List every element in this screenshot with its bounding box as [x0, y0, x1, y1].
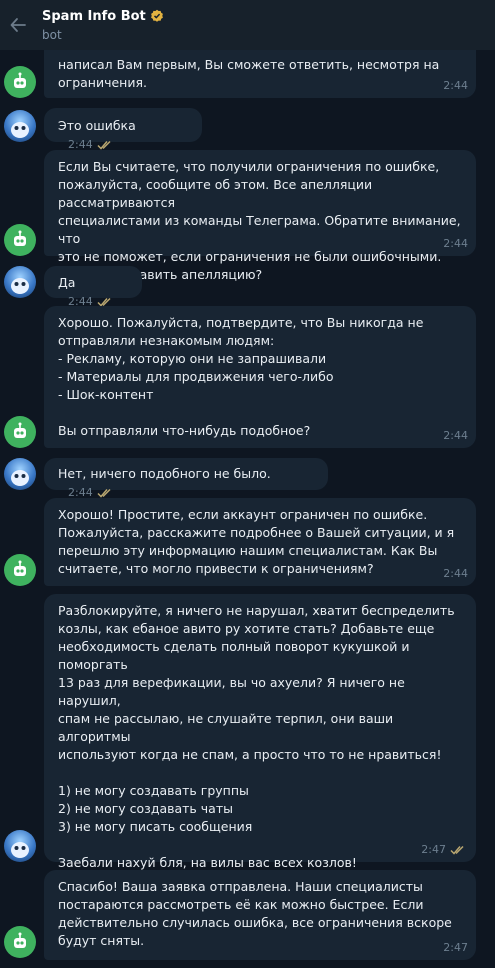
message-bubble[interactable]: Хорошо. Пожалуйста, подтвердите, что Вы …	[44, 306, 476, 448]
bot-avatar[interactable]	[4, 926, 36, 958]
message-bubble[interactable]: Хорошо! Простите, если аккаунт ограничен…	[44, 498, 476, 586]
chat-title: Spam Info Bot	[42, 9, 164, 24]
message-text: Хорошо! Простите, если аккаунт ограничен…	[58, 507, 455, 576]
time-label: 2:44	[443, 237, 468, 250]
back-button[interactable]	[0, 0, 36, 50]
message-time: 2:44	[443, 237, 468, 250]
double-check-icon	[450, 845, 464, 855]
robot-icon	[14, 422, 26, 438]
avatar-image	[11, 278, 29, 294]
message-text: Разблокируйте, я ничего не нарушал, хват…	[58, 603, 455, 906]
message-time: 2:44	[443, 79, 468, 92]
message-bubble[interactable]: Разблокируйте, я ничего не нарушал, хват…	[44, 594, 476, 906]
time-label: 2:47	[443, 941, 468, 954]
chat-subtitle: bot	[42, 27, 62, 42]
message-text: Спасибо! Ваша заявка отправлена. Наши сп…	[58, 879, 452, 948]
message-bubble[interactable]: Если Вы считаете, что получили ограничен…	[44, 150, 476, 282]
bot-avatar[interactable]	[4, 554, 36, 586]
message-text: Да	[58, 275, 76, 290]
user-avatar[interactable]	[4, 830, 36, 862]
avatar-image	[11, 122, 29, 138]
double-check-icon	[97, 297, 111, 307]
double-check-icon	[97, 488, 111, 498]
bot-avatar[interactable]	[4, 66, 36, 98]
message-time: 2:47	[443, 941, 468, 954]
time-label: 2:44	[443, 429, 468, 442]
robot-icon	[14, 560, 26, 576]
chat-area[interactable]: написал Вам первым, Вы сможете ответить,…	[0, 0, 495, 968]
message-bubble[interactable]: Нет, ничего подобного не было. 2:44	[44, 458, 328, 499]
user-avatar[interactable]	[4, 458, 36, 490]
message-bubble[interactable]: Спасибо! Ваша заявка отправлена. Наши сп…	[44, 870, 476, 960]
message-time: 2:44	[443, 567, 468, 580]
chat-header: Spam Info Bot bot	[0, 0, 495, 50]
message-time: 2:47	[421, 843, 468, 856]
robot-icon	[14, 230, 26, 246]
user-avatar[interactable]	[4, 266, 36, 298]
double-check-icon	[97, 140, 111, 150]
chat-title-text: Spam Info Bot	[42, 8, 146, 24]
message-text: Если Вы считаете, что получили ограничен…	[58, 159, 461, 282]
chat-title-block[interactable]: Spam Info Bot bot	[42, 9, 164, 42]
avatar-image	[11, 470, 29, 486]
bot-avatar[interactable]	[4, 224, 36, 256]
time-label: 2:44	[443, 567, 468, 580]
robot-icon	[14, 932, 26, 948]
user-avatar[interactable]	[4, 110, 36, 142]
robot-icon	[14, 72, 26, 88]
time-label: 2:44	[443, 79, 468, 92]
arrow-left-icon	[10, 18, 26, 32]
message-bubble[interactable]: Это ошибка 2:44	[44, 108, 202, 151]
message-text: Хорошо. Пожалуйста, подтвердите, что Вы …	[58, 315, 424, 438]
avatar-image	[11, 842, 29, 858]
message-text: Это ошибка	[58, 118, 136, 133]
message-bubble[interactable]: Да 2:44	[44, 266, 142, 308]
verified-badge-icon	[150, 9, 163, 22]
time-label: 2:47	[421, 843, 446, 856]
bot-avatar[interactable]	[4, 416, 36, 448]
message-time: 2:44	[443, 429, 468, 442]
message-text: Нет, ничего подобного не было.	[58, 466, 271, 481]
